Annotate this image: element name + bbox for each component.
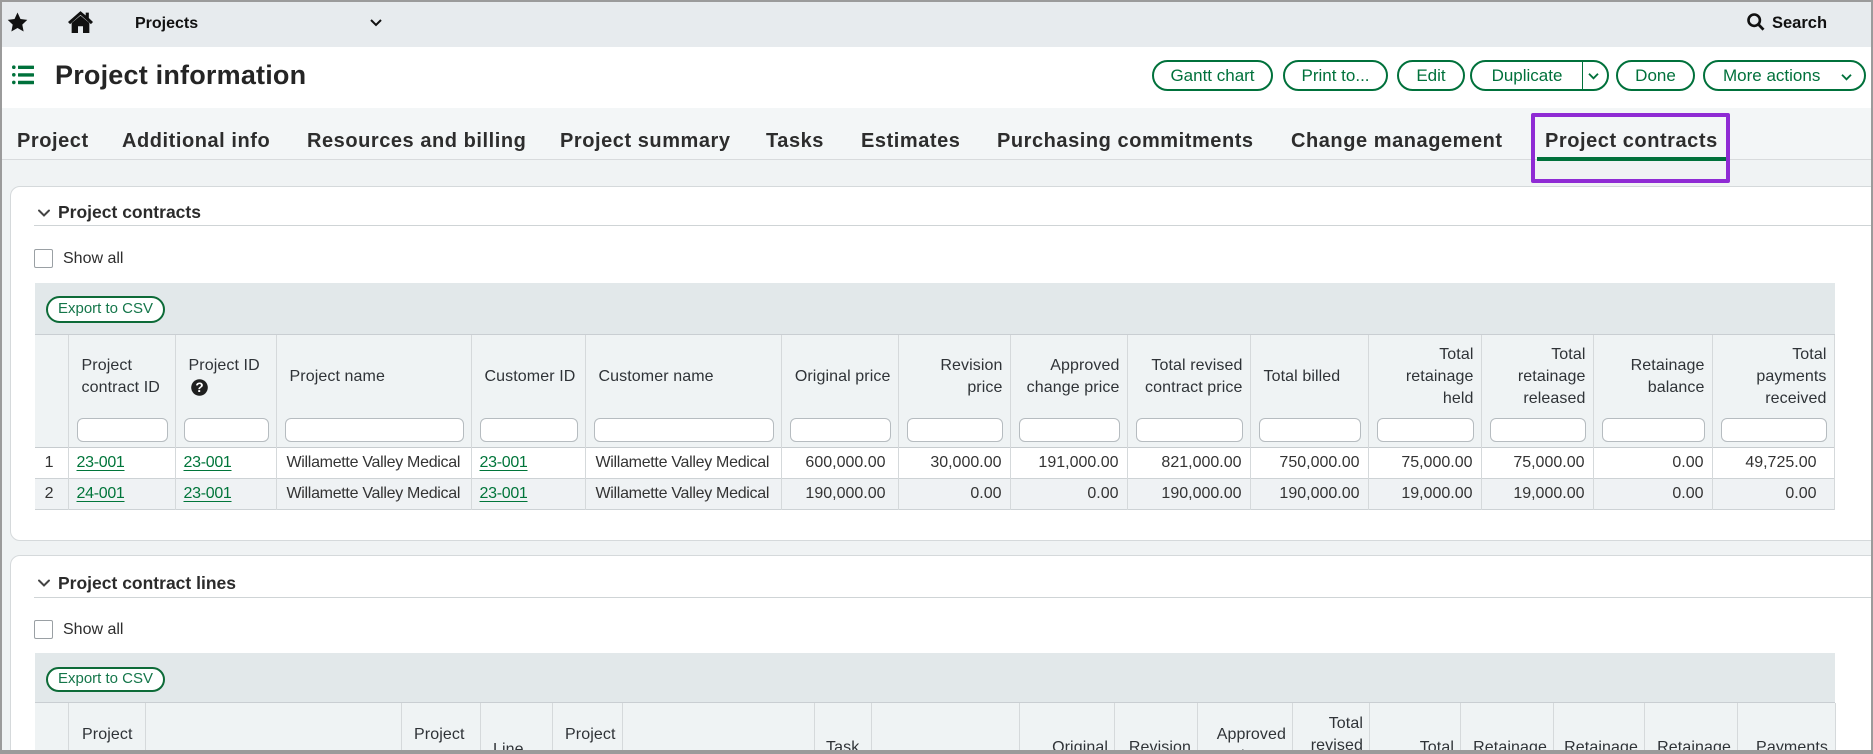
svg-text:?: ? — [195, 380, 203, 395]
